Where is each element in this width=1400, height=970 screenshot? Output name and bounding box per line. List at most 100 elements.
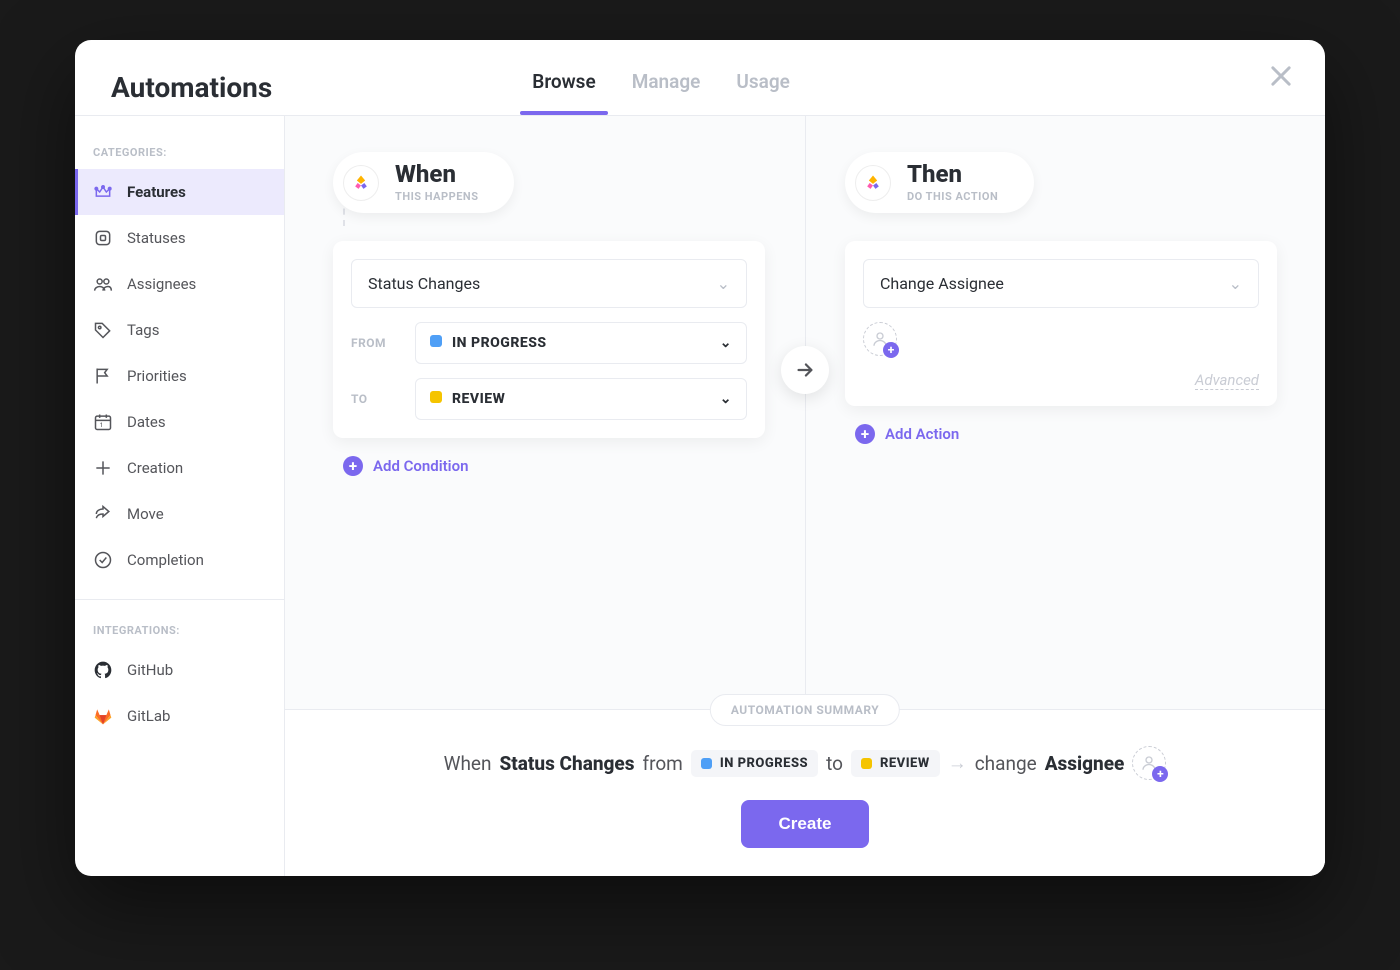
plus-circle-icon: + — [343, 456, 363, 476]
sidebar-item-tags[interactable]: Tags — [75, 307, 284, 353]
add-action-label: Add Action — [885, 425, 959, 443]
action-value: Change Assignee — [880, 274, 1004, 293]
chevron-down-icon: ⌄ — [720, 391, 732, 407]
status-color-dot — [430, 391, 442, 403]
chevron-down-icon: ⌄ — [720, 335, 732, 351]
summary-badge: AUTOMATION SUMMARY — [710, 694, 900, 726]
summary-when: When — [444, 752, 492, 775]
to-status-select[interactable]: REVIEW ⌄ — [415, 378, 747, 420]
action-card: Change Assignee ⌄ + Advanced — [845, 241, 1277, 406]
plus-badge-icon: + — [1152, 766, 1168, 782]
modal-title: Automations — [111, 71, 272, 104]
calendar-icon: 1 — [93, 412, 113, 432]
from-label: FROM — [351, 336, 401, 350]
gitlab-icon — [93, 706, 113, 726]
sidebar-item-gitlab[interactable]: GitLab — [75, 693, 284, 739]
add-condition-label: Add Condition — [373, 457, 468, 475]
sidebar-item-label: GitLab — [127, 707, 170, 725]
modal-header: Automations Browse Manage Usage — [75, 40, 1325, 116]
sidebar-item-label: Priorities — [127, 367, 187, 385]
summary-from-word: from — [642, 752, 682, 775]
then-title: Then — [907, 162, 998, 186]
close-icon[interactable] — [1267, 62, 1295, 90]
sidebar-item-label: Assignees — [127, 275, 196, 293]
sidebar-item-statuses[interactable]: Statuses — [75, 215, 284, 261]
modal-body: CATEGORIES: Features Statuses Assignees … — [75, 116, 1325, 876]
then-subtitle: DO THIS ACTION — [907, 190, 998, 203]
vertical-divider — [805, 116, 806, 709]
sidebar-item-assignees[interactable]: Assignees — [75, 261, 284, 307]
sidebar-item-features[interactable]: Features — [75, 169, 284, 215]
summary-to-status: REVIEW — [880, 756, 930, 771]
assignee-picker[interactable]: + — [863, 322, 897, 356]
automation-builder: When THIS HAPPENS Status Changes ⌄ FROM — [285, 116, 1325, 709]
when-column: When THIS HAPPENS Status Changes ⌄ FROM — [333, 152, 765, 685]
people-icon — [93, 274, 113, 294]
summary-sentence: When Status Changes from IN PROGRESS to … — [444, 746, 1167, 780]
share-icon — [93, 504, 113, 524]
github-icon — [93, 660, 113, 680]
sidebar-item-label: GitHub — [127, 661, 173, 679]
summary-target: Assignee — [1045, 752, 1125, 775]
sidebar-separator — [75, 599, 284, 600]
when-subtitle: THIS HAPPENS — [395, 190, 478, 203]
tabs: Browse Manage Usage — [532, 60, 790, 115]
flag-icon — [93, 366, 113, 386]
sidebar-item-move[interactable]: Move — [75, 491, 284, 537]
summary-trigger: Status Changes — [500, 752, 635, 775]
tag-icon — [93, 320, 113, 340]
arrow-right-icon: → — [948, 751, 967, 775]
from-status-select[interactable]: IN PROGRESS ⌄ — [415, 322, 747, 364]
add-action-button[interactable]: + Add Action — [855, 424, 1277, 444]
categories-heading: CATEGORIES: — [75, 138, 284, 169]
then-column: Then DO THIS ACTION Change Assignee ⌄ — [845, 152, 1277, 685]
trigger-card: Status Changes ⌄ FROM IN PROGRESS ⌄ TO — [333, 241, 765, 438]
sidebar-item-label: Features — [127, 183, 186, 201]
plus-icon — [93, 458, 113, 478]
to-status-value: REVIEW — [452, 391, 505, 407]
summary-from-status: IN PROGRESS — [720, 756, 808, 771]
then-header: Then DO THIS ACTION — [845, 152, 1034, 213]
crown-icon — [93, 182, 113, 202]
summary-section: AUTOMATION SUMMARY When Status Changes f… — [285, 709, 1325, 876]
clickup-logo-icon — [343, 165, 379, 201]
summary-to-word: to — [826, 752, 843, 775]
sidebar-item-creation[interactable]: Creation — [75, 445, 284, 491]
chevron-down-icon: ⌄ — [717, 274, 730, 293]
summary-to-pill: REVIEW — [851, 750, 940, 777]
sidebar-item-label: Move — [127, 505, 164, 523]
status-icon — [93, 228, 113, 248]
to-row: TO REVIEW ⌄ — [351, 378, 747, 420]
plus-badge-icon: + — [883, 342, 899, 358]
summary-from-pill: IN PROGRESS — [691, 750, 818, 777]
advanced-link[interactable]: Advanced — [1195, 371, 1259, 390]
sidebar-item-priorities[interactable]: Priorities — [75, 353, 284, 399]
main-panel: When THIS HAPPENS Status Changes ⌄ FROM — [285, 116, 1325, 876]
tab-manage[interactable]: Manage — [632, 60, 701, 115]
svg-text:1: 1 — [100, 421, 104, 429]
sidebar: CATEGORIES: Features Statuses Assignees … — [75, 116, 285, 876]
sidebar-item-dates[interactable]: 1 Dates — [75, 399, 284, 445]
tab-usage[interactable]: Usage — [736, 60, 789, 115]
when-header: When THIS HAPPENS — [333, 152, 514, 213]
action-select[interactable]: Change Assignee ⌄ — [863, 259, 1259, 308]
summary-change-word: change — [975, 752, 1037, 775]
sidebar-item-github[interactable]: GitHub — [75, 647, 284, 693]
plus-circle-icon: + — [855, 424, 875, 444]
from-status-value: IN PROGRESS — [452, 335, 547, 351]
trigger-select[interactable]: Status Changes ⌄ — [351, 259, 747, 308]
integrations-heading: INTEGRATIONS: — [75, 616, 284, 647]
sidebar-item-completion[interactable]: Completion — [75, 537, 284, 583]
sidebar-item-label: Creation — [127, 459, 183, 477]
arrow-right-icon — [781, 346, 829, 394]
status-color-dot — [430, 335, 442, 347]
chevron-down-icon: ⌄ — [1229, 274, 1242, 293]
sidebar-item-label: Tags — [127, 321, 159, 339]
from-row: FROM IN PROGRESS ⌄ — [351, 322, 747, 364]
check-circle-icon — [93, 550, 113, 570]
tab-browse[interactable]: Browse — [532, 60, 595, 115]
summary-assignee-picker[interactable]: + — [1132, 746, 1166, 780]
trigger-value: Status Changes — [368, 274, 480, 293]
add-condition-button[interactable]: + Add Condition — [343, 456, 765, 476]
create-button[interactable]: Create — [741, 800, 870, 848]
